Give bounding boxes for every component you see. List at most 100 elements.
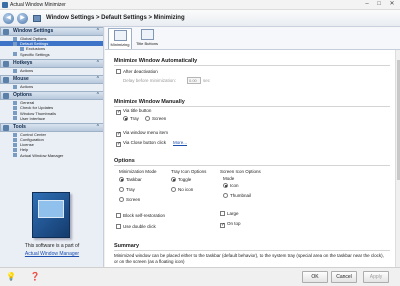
navigation-bar: ◀ ▶ Window Settings > Default Settings >… [0,10,400,27]
control-center-icon [13,132,17,137]
tab-label: Minimizing [110,42,130,47]
chevron-up-icon[interactable]: ⌃ [96,60,100,67]
block-self-restoration-checkbox[interactable]: Block self-restoration [116,213,165,219]
maximize-button[interactable]: □ [374,1,384,8]
checkbox-label: Via title button [123,108,152,113]
item-label: Actions [20,67,34,73]
license-icon [13,143,17,148]
use-double-click-checkbox[interactable]: Use double click [116,224,156,230]
screen-icon-options-label: Screen Icon Options [220,169,261,174]
tab-label: Title Buttons [135,41,159,46]
radio-dot [123,116,128,121]
chevron-up-icon[interactable]: ⌃ [96,124,100,131]
sidebar-section-hotkeys[interactable]: Hotkeys ⌃ [0,58,103,68]
radio-dot [223,183,228,188]
screen-large-checkbox[interactable]: Large [220,211,239,217]
cancel-button[interactable]: Cancel [331,271,357,283]
settings-content: Minimizing Title Buttons Minimize Window… [105,27,400,267]
settings-icon [13,41,17,46]
tab-minimizing[interactable]: Minimizing [108,28,132,49]
screen-thumbnail-radio[interactable]: Thumbnail [223,193,251,199]
product-screen [38,200,64,218]
radio-label: Screen [152,116,167,121]
promo-link[interactable]: Actual Window Manager [0,251,104,257]
sidebar-section-window-settings[interactable]: Window Settings ⌃ [0,27,103,36]
mode-tray-radio[interactable]: Tray [119,187,135,193]
delay-unit: sec [203,78,211,83]
checkbox-label: Block self-restoration [123,213,166,218]
radio-dot [223,193,228,198]
tray-icon-options-label: Tray Icon Options [171,169,207,174]
screen-on-top-checkbox[interactable]: ✓ On top [220,221,241,228]
apply-button[interactable]: Apply [363,271,389,283]
section-label: Tools [13,123,26,130]
minimize-button[interactable]: – [362,1,372,8]
minimizing-icon [113,30,127,41]
sidebar-item-user-interface[interactable]: User Interface [0,116,103,121]
sidebar-section-mouse[interactable]: Mouse ⌃ [0,74,103,84]
mode-taskbar-radio[interactable]: Taskbar [119,177,142,183]
via-title-button-checkbox[interactable]: ✓ Via title button [116,108,152,115]
sidebar-section-options[interactable]: Options ⌃ [0,91,103,101]
item-label: User Interface [20,115,46,121]
sidebar-section-tools[interactable]: Tools ⌃ [0,122,103,132]
radio-label: Screen [126,197,141,202]
checkbox-label: On top [227,221,241,226]
forward-arrow-icon[interactable]: ▶ [17,13,28,24]
tray-toggle-radio[interactable]: Toggle [171,177,191,183]
minimizing-pane: Minimize Window Automatically After deac… [105,50,395,267]
section-heading-auto: Minimize Window Automatically [114,58,198,64]
radio-dot [171,177,176,182]
section-heading-options: Options [114,158,135,164]
radio-dot [171,187,176,192]
ok-button[interactable]: OK [302,271,328,283]
radio-dot [119,197,124,202]
divider [114,165,390,166]
divider [114,250,390,251]
chevron-up-icon[interactable]: ⌃ [96,92,100,99]
chevron-up-icon[interactable]: ⌃ [96,76,100,83]
radio-dot [119,187,124,192]
section-heading-summary: Summary [114,243,140,249]
via-close-button-checkbox[interactable]: ✓ Via Close button click [116,140,166,147]
footer-bar: 💡 ❓ OK Cancel Apply [0,267,400,286]
window-title: Actual Window Minimizer [10,2,66,8]
sidebar-item-specific-settings[interactable]: Specific Settings [0,52,103,57]
to-screen-radio[interactable]: Screen [145,116,166,122]
after-deactivation-checkbox[interactable]: After deactivation [116,69,158,75]
summary-text: Minimized window can be placed either to… [114,253,384,264]
vertical-scrollbar[interactable] [395,50,400,267]
sidebar-item-mouse-actions[interactable]: Actions [0,84,103,89]
close-button[interactable]: ✕ [387,1,397,8]
more-link[interactable]: More... [173,140,187,146]
screen-icon-radio[interactable]: Icon [223,183,239,189]
radio-dot [145,116,150,121]
tab-title-buttons[interactable]: Title Buttons [135,28,159,49]
radio-dot [119,177,124,182]
mode-screen-radio[interactable]: Screen [119,197,140,203]
to-tray-radio[interactable]: Tray [123,116,139,122]
section-label: Window Settings [13,28,54,34]
promo-text: This software is a part of [24,243,80,249]
lightbulb-icon[interactable]: 💡 [6,272,16,282]
chevron-up-icon[interactable]: ⌃ [96,28,100,35]
section-label: Mouse [13,75,29,82]
sidebar-item-actual-window-manager[interactable]: Actual Window Manager [0,153,103,158]
specific-settings-icon [13,52,17,57]
window-manager-icon [13,153,17,158]
delay-spinner[interactable]: 0.00 [187,77,201,84]
help-icon[interactable]: ❓ [30,272,40,282]
checkbox-box [116,224,121,229]
options-icon [13,36,17,41]
checkbox-box: ✓ [116,109,122,115]
item-label: Actions [20,83,34,89]
tray-no-icon-radio[interactable]: No icon [171,187,193,193]
back-arrow-icon[interactable]: ◀ [3,13,14,24]
sidebar-item-hotkey-actions[interactable]: Actions [0,68,103,73]
radio-label: Toggle [178,177,192,182]
user-interface-icon [13,116,17,121]
app-icon [2,2,8,8]
keyboard-icon [3,60,9,67]
breadcrumb: Window Settings > Default Settings > Min… [46,15,185,21]
via-window-menu-checkbox[interactable]: ✓ Via window menu item [116,130,168,137]
